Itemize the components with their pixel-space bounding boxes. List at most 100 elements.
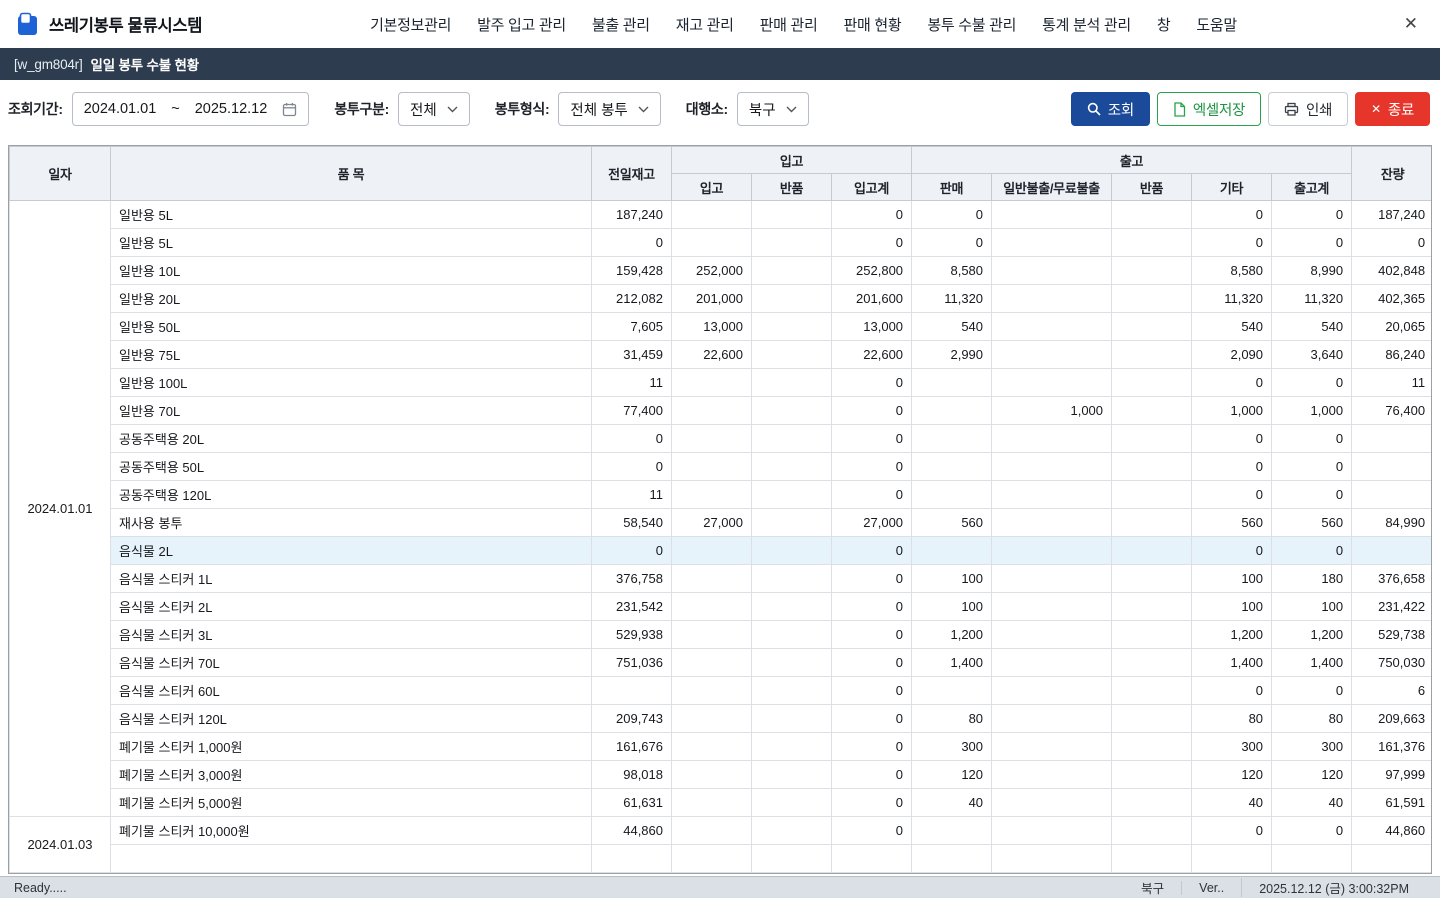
cell-value[interactable]: 80 (912, 705, 992, 733)
cell-value[interactable] (672, 453, 752, 481)
calendar-icon[interactable] (282, 102, 297, 117)
cell-value[interactable] (992, 481, 1112, 509)
cell-value[interactable]: 209,743 (592, 705, 672, 733)
cell-value[interactable]: 0 (832, 397, 912, 425)
cell-item[interactable]: 일반용 20L (111, 285, 592, 313)
cell-value[interactable] (1112, 705, 1192, 733)
cell-value[interactable]: 31,459 (592, 341, 672, 369)
cell-value[interactable] (992, 201, 1112, 229)
cell-value[interactable]: 161,376 (1352, 733, 1432, 761)
cell-value[interactable] (752, 593, 832, 621)
cell-item[interactable]: 재사용 봉투 (111, 509, 592, 537)
cell-value[interactable]: 0 (832, 817, 912, 845)
cell-value[interactable]: 8,990 (1272, 257, 1352, 285)
cell-value[interactable]: 97,999 (1352, 761, 1432, 789)
cell-value[interactable]: 22,600 (672, 341, 752, 369)
cell-value[interactable] (752, 313, 832, 341)
cell-value[interactable]: 120 (1272, 761, 1352, 789)
cell-item[interactable]: 폐기물 스티커 10,000원 (111, 817, 592, 845)
cell-value[interactable] (1112, 621, 1192, 649)
cell-value[interactable]: 2,990 (912, 341, 992, 369)
cell-value[interactable] (752, 537, 832, 565)
cell-value[interactable] (992, 733, 1112, 761)
cell-value[interactable]: 76,400 (1352, 397, 1432, 425)
cell-value[interactable]: 0 (832, 481, 912, 509)
cell-value[interactable] (672, 565, 752, 593)
cell-value[interactable] (752, 817, 832, 845)
cell-value[interactable] (992, 817, 1112, 845)
cell-value[interactable]: 0 (1272, 229, 1352, 257)
cell-value[interactable]: 11 (592, 481, 672, 509)
cell-value[interactable]: 86,240 (1352, 341, 1432, 369)
cell-item[interactable]: 폐기물 스티커 1,000원 (111, 733, 592, 761)
cell-value[interactable] (912, 677, 992, 705)
cell-value[interactable]: 1,000 (992, 397, 1112, 425)
cell-value[interactable]: 1,000 (1272, 397, 1352, 425)
cell-value[interactable]: 0 (832, 649, 912, 677)
cell-value[interactable]: 159,428 (592, 257, 672, 285)
cell-value[interactable] (672, 369, 752, 397)
cell-value[interactable]: 100 (1192, 565, 1272, 593)
cell-value[interactable]: 61,591 (1352, 789, 1432, 817)
cell-value[interactable] (992, 285, 1112, 313)
cell-value[interactable] (1112, 229, 1192, 257)
cell-value[interactable]: 0 (1272, 817, 1352, 845)
cell-value[interactable] (1112, 733, 1192, 761)
cell-value[interactable]: 27,000 (832, 509, 912, 537)
cell-value[interactable] (752, 397, 832, 425)
cell-value[interactable] (992, 789, 1112, 817)
cell-value[interactable] (1112, 509, 1192, 537)
cell-value[interactable]: 0 (1192, 817, 1272, 845)
cell-value[interactable]: 201,600 (832, 285, 912, 313)
cell-value[interactable]: 44,860 (1352, 817, 1432, 845)
window-close-icon[interactable]: ✕ (1398, 12, 1424, 36)
search-button[interactable]: 조회 (1071, 92, 1150, 126)
cell-value[interactable]: 180 (1272, 565, 1352, 593)
cell-value[interactable]: 0 (592, 453, 672, 481)
cell-value[interactable] (672, 789, 752, 817)
cell-item[interactable]: 음식물 스티커 70L (111, 649, 592, 677)
cell-item[interactable]: 음식물 스티커 120L (111, 705, 592, 733)
cell-value[interactable] (672, 201, 752, 229)
cell-value[interactable]: 1,000 (1192, 397, 1272, 425)
menu-item-order-receiving[interactable]: 발주 입고 관리 (477, 14, 566, 35)
cell-value[interactable]: 0 (912, 201, 992, 229)
cell-value[interactable] (912, 481, 992, 509)
cell-value[interactable]: 187,240 (592, 201, 672, 229)
cell-value[interactable]: 0 (1192, 481, 1272, 509)
cell-value[interactable]: 0 (1192, 229, 1272, 257)
cell-value[interactable]: 376,658 (1352, 565, 1432, 593)
cell-value[interactable] (752, 733, 832, 761)
cell-value[interactable] (1352, 425, 1432, 453)
cell-value[interactable] (672, 621, 752, 649)
cell-value[interactable]: 540 (1192, 313, 1272, 341)
cell-item[interactable]: 음식물 스티커 1L (111, 565, 592, 593)
cell-value[interactable]: 231,542 (592, 593, 672, 621)
cell-value[interactable]: 0 (592, 425, 672, 453)
cell-value[interactable] (1112, 425, 1192, 453)
cell-value[interactable] (992, 593, 1112, 621)
cell-value[interactable]: 61,631 (592, 789, 672, 817)
cell-value[interactable] (1112, 201, 1192, 229)
cell-item[interactable]: 일반용 75L (111, 341, 592, 369)
cell-value[interactable] (752, 481, 832, 509)
excel-save-button[interactable]: 엑셀저장 (1157, 92, 1261, 126)
cell-value[interactable] (992, 509, 1112, 537)
menu-item-window[interactable]: 창 (1157, 14, 1171, 35)
cell-value[interactable]: 0 (832, 621, 912, 649)
cell-value[interactable]: 1,200 (1192, 621, 1272, 649)
cell-item[interactable]: 공동주택용 50L (111, 453, 592, 481)
cell-value[interactable] (992, 425, 1112, 453)
cell-value[interactable] (912, 425, 992, 453)
cell-value[interactable]: 2,090 (1192, 341, 1272, 369)
cell-item[interactable]: 일반용 50L (111, 313, 592, 341)
cell-value[interactable] (1112, 481, 1192, 509)
cell-value[interactable] (752, 677, 832, 705)
cell-value[interactable]: 252,800 (832, 257, 912, 285)
cell-value[interactable] (752, 789, 832, 817)
cell-value[interactable]: 402,365 (1352, 285, 1432, 313)
cell-value[interactable]: 209,663 (1352, 705, 1432, 733)
cell-value[interactable]: 100 (1192, 593, 1272, 621)
cell-value[interactable]: 0 (1192, 677, 1272, 705)
cell-item[interactable] (111, 845, 592, 873)
